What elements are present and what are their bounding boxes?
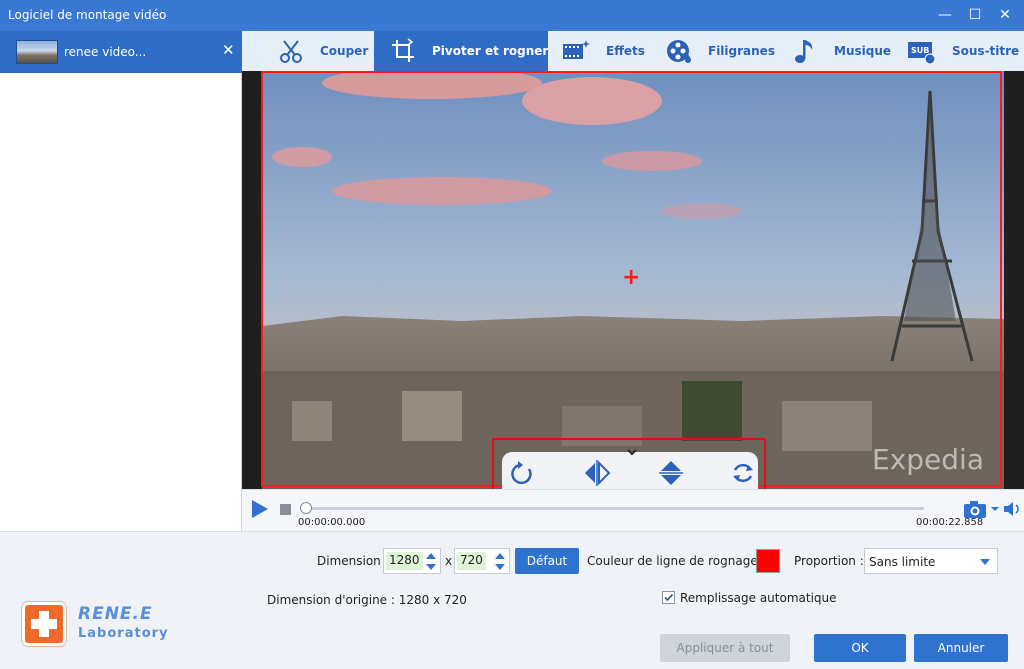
- rotate-clockwise-icon[interactable]: [508, 458, 538, 488]
- decrease-icon[interactable]: [424, 562, 438, 572]
- dimension-separator: x: [445, 554, 453, 568]
- brand-name: RENE.E: [78, 604, 153, 624]
- close-window-button[interactable]: ✕: [992, 4, 1018, 26]
- auto-fill-checkbox[interactable]: [662, 591, 675, 604]
- dimension-label: Dimension :: [317, 554, 389, 568]
- tab-label: Sous-titre: [952, 44, 1020, 58]
- title-bar: Logiciel de montage vidéo — ☐ ✕: [0, 0, 1024, 31]
- crop-center-icon[interactable]: +: [622, 267, 640, 289]
- original-dimension: Dimension d'origine : 1280 x 720: [267, 593, 467, 607]
- chevron-down-icon[interactable]: [626, 446, 638, 458]
- minimize-button[interactable]: —: [932, 4, 958, 26]
- svg-text:SUB: SUB: [911, 46, 929, 55]
- increase-icon[interactable]: [424, 551, 438, 561]
- file-list-item[interactable]: renee video... ✕: [0, 31, 242, 73]
- auto-fill-label: Remplissage automatique: [680, 591, 837, 605]
- tab-sous-titre[interactable]: SUB Sous-titre: [890, 31, 1024, 71]
- crop-color-label: Couleur de ligne de rognage :: [587, 554, 766, 568]
- height-stepper[interactable]: 720: [454, 548, 510, 574]
- crop-color-swatch[interactable]: [756, 549, 780, 573]
- remove-file-button[interactable]: ✕: [222, 41, 235, 59]
- default-button[interactable]: Défaut: [515, 548, 579, 574]
- tab-couper[interactable]: Couper: [242, 31, 374, 71]
- watermark-film-icon: [667, 40, 691, 63]
- subtitle-icon: SUB: [908, 42, 936, 65]
- player-bar: 00:00:00.000 00:00:22.858: [242, 489, 1024, 531]
- music-note-icon: [795, 40, 813, 63]
- tab-label: Couper: [320, 44, 369, 58]
- chevron-down-icon: [980, 559, 990, 565]
- proportion-select[interactable]: Sans limite: [864, 548, 998, 574]
- stop-icon[interactable]: [280, 504, 291, 515]
- tab-filigranes[interactable]: Filigranes: [652, 31, 776, 71]
- timeline-knob[interactable]: [300, 502, 312, 514]
- brand-logo: RENE.E Laboratory: [22, 602, 172, 652]
- timeline-track[interactable]: [304, 507, 924, 510]
- tab-label: Filigranes: [708, 44, 775, 58]
- tab-label: Effets: [606, 44, 645, 58]
- video-thumbnail: [16, 40, 58, 64]
- increase-icon[interactable]: [493, 551, 507, 561]
- checkmark-icon: [664, 593, 674, 602]
- play-icon[interactable]: [248, 498, 270, 520]
- tab-pivoter-et-rogner[interactable]: Pivoter et rogner: [374, 31, 548, 71]
- edit-toolbar: Couper Pivoter et rogner Effets Filigran…: [242, 31, 1024, 71]
- tab-label: Pivoter et rogner: [432, 44, 549, 58]
- proportion-label: Proportion :: [794, 554, 864, 568]
- current-time: 00:00:00.000: [298, 517, 366, 528]
- flip-horizontal-icon[interactable]: [582, 458, 612, 488]
- height-value[interactable]: 720: [457, 552, 486, 570]
- volume-icon[interactable]: [1002, 499, 1022, 519]
- decrease-icon[interactable]: [493, 562, 507, 572]
- proportion-value: Sans limite: [869, 555, 936, 569]
- tab-label: Musique: [834, 44, 892, 58]
- width-value[interactable]: 1280: [386, 552, 423, 570]
- brand-subtitle: Laboratory: [78, 626, 169, 641]
- maximize-button[interactable]: ☐: [962, 4, 988, 26]
- crop-icon: [392, 38, 414, 62]
- snapshot-dropdown-icon[interactable]: [990, 504, 1000, 514]
- window-title: Logiciel de montage vidéo: [8, 8, 167, 22]
- rotate-reset-icon[interactable]: [728, 458, 758, 488]
- crop-settings-panel: Dimension : 1280 x 720 Défaut Couleur de…: [0, 531, 1024, 669]
- film-sparkle-icon: [563, 40, 590, 59]
- brand-mark-icon: [22, 602, 66, 646]
- tab-effets[interactable]: Effets: [548, 31, 652, 71]
- tab-musique[interactable]: Musique: [776, 31, 892, 71]
- ok-button[interactable]: OK: [814, 634, 906, 662]
- flip-vertical-icon[interactable]: [656, 458, 686, 488]
- cancel-button[interactable]: Annuler: [914, 634, 1008, 662]
- apply-all-button[interactable]: Appliquer à tout: [660, 634, 790, 662]
- scissors-icon: [280, 40, 302, 63]
- camera-icon[interactable]: [962, 498, 988, 520]
- width-stepper[interactable]: 1280: [383, 548, 441, 574]
- file-name: renee video...: [64, 45, 147, 59]
- file-list-panel: [0, 73, 242, 531]
